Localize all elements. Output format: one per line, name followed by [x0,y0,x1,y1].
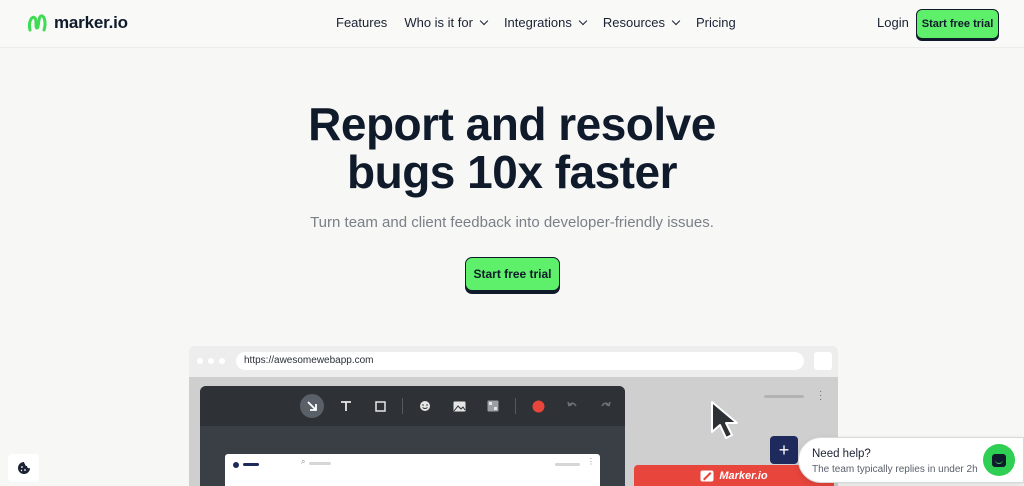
annotation-toolbar [300,394,618,418]
preview-logo-line [243,463,259,466]
nav-features[interactable]: Features [336,15,387,30]
hero-title: Report and resolve bugs 10x faster [0,100,1024,196]
chat-icon [992,453,1006,467]
pencil-icon [700,470,714,481]
login-link[interactable]: Login [877,15,909,30]
add-feedback-button[interactable]: + [770,436,798,464]
toolbar-divider [515,398,516,414]
cookie-icon [17,462,30,474]
annotation-editor: ⌕ ⋮ [200,386,625,486]
nav-label: Integrations [503,15,572,30]
nav-resources[interactable]: Resources [602,15,681,30]
marker-logo-icon [28,14,47,32]
hero-title-line1: Report and resolve [308,98,716,150]
preview-logo-dot [233,462,239,468]
preview-search-line [309,462,331,465]
cookie-settings-button[interactable] [8,454,39,482]
hero-subtitle: Turn team and client feedback into devel… [310,214,714,231]
nav-label: Features [336,15,388,30]
plus-icon: + [778,439,790,460]
arrow-icon [300,394,324,418]
nav-integrations[interactable]: Integrations [503,15,588,30]
chevron-down-icon [479,16,489,25]
nav-label: Resources [602,15,666,30]
image-icon [447,394,471,418]
search-icon: ⌕ [301,457,306,466]
blur-icon [481,394,505,418]
kebab-icon: ⋮ [587,457,595,466]
rectangle-icon [368,394,392,418]
hero-start-free-trial-button[interactable]: Start free trial [465,257,560,291]
window-dot [208,358,214,364]
nav-who-is-it-for[interactable]: Who is it for [404,15,489,30]
chat-title: Need help? [812,448,871,460]
preview-nav-line [555,463,580,466]
chat-subtitle: The team typically replies in under 2h [812,464,978,475]
screenshot-preview: ⌕ ⋮ [225,454,600,486]
nav-label: Who is it for [404,15,473,30]
browser-mockup: https://awesomewebapp.com ⌕ ⋮ · · · + Ma… [189,346,838,486]
logo-text: marker.io [54,13,128,32]
browser-extension-icon [814,352,832,370]
nav-pricing[interactable]: Pricing [696,15,736,30]
browser-content: ⌕ ⋮ · · · + Marker.io [189,377,838,486]
redo-icon [594,394,618,418]
editor-toolbar-area [200,386,625,426]
emoji-icon [413,394,437,418]
toolbar-divider [402,398,403,414]
site-header: marker.io Features Who is it for Integra… [0,0,1024,48]
mouse-cursor-icon [711,401,738,439]
chat-launcher-button[interactable] [983,444,1015,476]
url-bar: https://awesomewebapp.com [236,352,804,370]
text-icon [334,394,358,418]
window-dot [219,358,225,364]
chevron-down-icon [578,16,588,25]
kebab-menu-icon: · · · [819,386,823,405]
start-free-trial-button[interactable]: Start free trial [916,9,999,39]
browser-toolbar: https://awesomewebapp.com [189,346,838,377]
undo-icon [560,394,584,418]
logo[interactable]: marker.io [26,12,128,34]
widget-brand-label: Marker.io [719,469,768,482]
window-dot [197,358,203,364]
page-placeholder-line [764,395,804,398]
hero-title-line2: bugs 10x faster [347,146,677,198]
nav-label: Pricing [696,15,736,30]
main-nav: Features Who is it for Integrations Reso… [336,15,753,30]
color-icon [526,394,550,418]
chevron-down-icon [671,16,681,25]
